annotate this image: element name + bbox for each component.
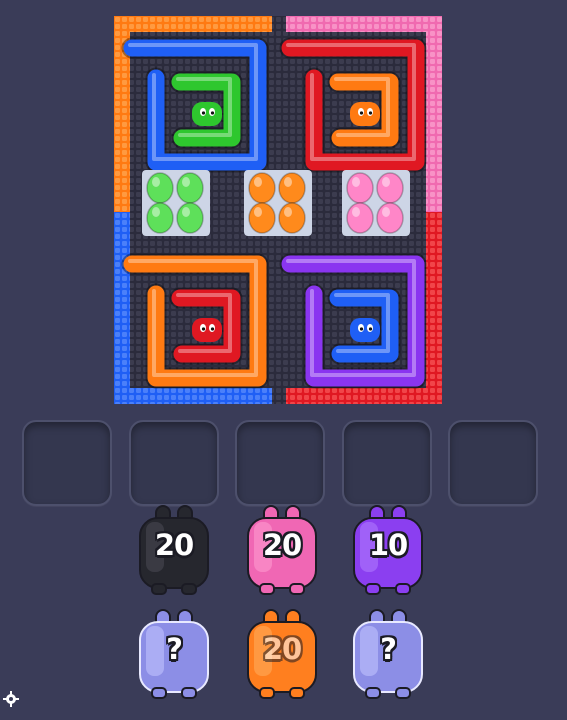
egg bbox=[176, 172, 204, 204]
passenger-block[interactable]: 20 bbox=[244, 502, 320, 596]
egg-tray-orange[interactable] bbox=[244, 170, 312, 236]
passenger-block[interactable]: 20 bbox=[244, 606, 320, 700]
egg bbox=[248, 202, 276, 234]
mystery-label: ? bbox=[166, 632, 183, 666]
egg bbox=[278, 172, 306, 204]
egg bbox=[278, 202, 306, 234]
holding-slot[interactable] bbox=[341, 420, 432, 506]
block-count: 20 bbox=[262, 528, 302, 562]
border-pink-top bbox=[286, 16, 442, 32]
passenger-block[interactable]: 10 bbox=[350, 502, 426, 596]
border-pink-right bbox=[426, 16, 442, 212]
egg-tray-pink[interactable] bbox=[342, 170, 410, 236]
passenger-block[interactable]: 20 bbox=[136, 502, 212, 596]
holding-slot[interactable] bbox=[448, 420, 538, 506]
egg bbox=[376, 202, 404, 234]
gear-icon[interactable] bbox=[2, 690, 20, 708]
game-board bbox=[114, 16, 442, 404]
egg bbox=[176, 202, 204, 234]
mystery-block[interactable]: ? bbox=[350, 606, 426, 700]
border-blue-bottom bbox=[114, 388, 272, 404]
holding-slot[interactable] bbox=[22, 420, 112, 506]
border-orange-top bbox=[114, 16, 272, 32]
border-red-right bbox=[426, 212, 442, 404]
mystery-block[interactable]: ? bbox=[136, 606, 212, 700]
egg bbox=[146, 202, 174, 234]
egg bbox=[146, 172, 174, 204]
border-red-bottom bbox=[286, 388, 442, 404]
holding-slot[interactable] bbox=[235, 420, 325, 506]
block-count: 20 bbox=[154, 528, 194, 562]
egg bbox=[346, 172, 374, 204]
egg bbox=[346, 202, 374, 234]
holding-slot[interactable] bbox=[128, 420, 219, 506]
border-blue-left bbox=[114, 212, 130, 404]
block-count: 10 bbox=[368, 528, 408, 562]
egg bbox=[376, 172, 404, 204]
egg bbox=[248, 172, 276, 204]
block-count: 20 bbox=[262, 632, 302, 666]
egg-tray-green[interactable] bbox=[142, 170, 210, 236]
mystery-label: ? bbox=[380, 632, 397, 666]
